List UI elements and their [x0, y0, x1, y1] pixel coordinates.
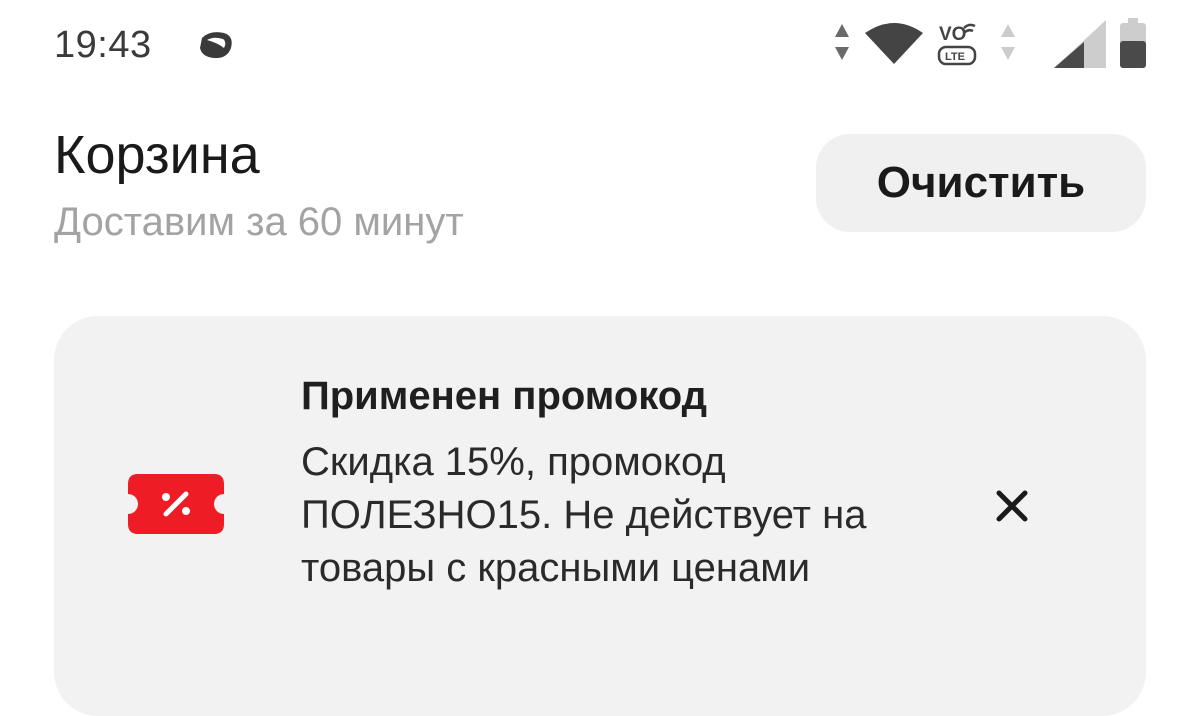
discount-ticket-icon: [128, 474, 224, 534]
app-notification-icon: [200, 32, 232, 59]
signal-icon: [1054, 20, 1106, 68]
status-bar: 19:43 VO LTE: [0, 0, 1200, 92]
promo-title: Применен промокод: [301, 374, 708, 418]
promo-description: Скидка 15%, промокод ПОЛЕЗНО15. Не дейст…: [301, 440, 867, 590]
clear-cart-button[interactable]: Очистить: [816, 134, 1146, 232]
data-arrows-icon: [835, 24, 849, 60]
data-arrows-icon-secondary: [1001, 24, 1015, 60]
remove-promo-button[interactable]: [988, 482, 1036, 530]
volte-icon: VO LTE: [937, 23, 977, 66]
wifi-icon: [865, 23, 923, 64]
page-title: Корзина: [54, 125, 260, 185]
delivery-subtitle: Доставим за 60 минут: [54, 200, 464, 244]
status-time: 19:43: [54, 24, 152, 66]
svg-text:VO: VO: [939, 24, 966, 45]
svg-text:LTE: LTE: [945, 51, 965, 63]
promo-card: Применен промокод Скидка 15%, промокод П…: [54, 316, 1146, 716]
battery-icon: [1120, 18, 1146, 68]
close-icon: [996, 490, 1028, 522]
